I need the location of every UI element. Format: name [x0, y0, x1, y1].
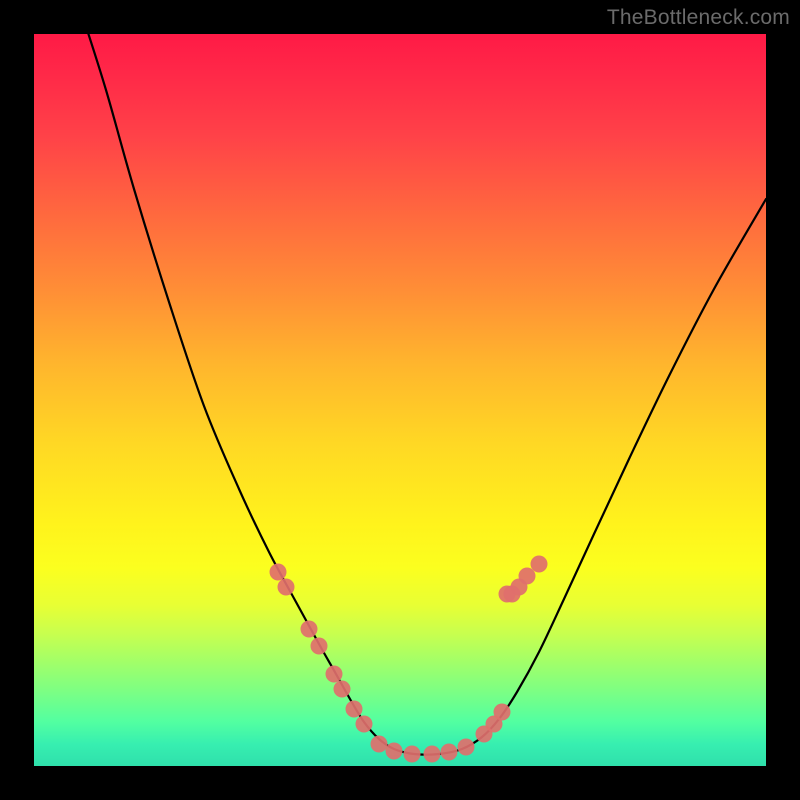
data-dot	[346, 701, 363, 718]
data-dot	[519, 568, 536, 585]
data-dots	[270, 556, 548, 763]
plot-area	[34, 34, 766, 766]
data-dot	[270, 564, 287, 581]
data-dot	[441, 744, 458, 761]
data-dot	[334, 681, 351, 698]
watermark-text: TheBottleneck.com	[607, 6, 790, 30]
data-dot	[458, 739, 475, 756]
data-dot	[371, 736, 388, 753]
data-dot	[386, 743, 403, 760]
data-dot	[494, 704, 511, 721]
data-dot	[278, 579, 295, 596]
data-dot	[326, 666, 343, 683]
data-dot	[404, 746, 421, 763]
bottleneck-curve	[82, 34, 766, 755]
chart-frame: TheBottleneck.com	[0, 0, 800, 800]
chart-overlay	[34, 34, 766, 766]
data-dot	[356, 716, 373, 733]
data-dot	[301, 621, 318, 638]
data-dot	[424, 746, 441, 763]
data-dot	[311, 638, 328, 655]
data-dot	[531, 556, 548, 573]
